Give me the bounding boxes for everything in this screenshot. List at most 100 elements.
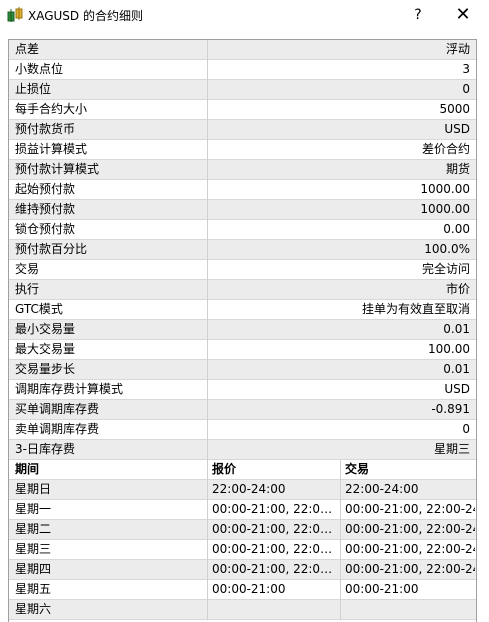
column-header[interactable]: 交易 bbox=[345, 460, 475, 479]
spec-key: 点差 bbox=[15, 42, 40, 56]
spec-row[interactable]: 卖单调期库存费 0 bbox=[9, 420, 476, 440]
session-day: 星期日 bbox=[15, 482, 52, 496]
spec-value: USD bbox=[444, 122, 470, 136]
spec-value: 1000.00 bbox=[420, 182, 470, 196]
spec-row[interactable]: 执行 市价 bbox=[9, 280, 476, 300]
spec-key: 小数点位 bbox=[15, 62, 64, 76]
spec-row[interactable]: 每手合约大小 5000 bbox=[9, 100, 476, 120]
spec-row[interactable]: 点差 浮动 bbox=[9, 40, 476, 60]
spec-row[interactable]: 预付款货币 USD bbox=[9, 120, 476, 140]
column-divider bbox=[207, 80, 208, 100]
session-trade: 00:00-21:00, 22:00-24:00 bbox=[345, 522, 475, 536]
spec-row[interactable]: 小数点位 3 bbox=[9, 60, 476, 80]
spec-key: 锁仓预付款 bbox=[15, 222, 76, 236]
column-divider bbox=[340, 580, 341, 600]
spec-key: 止损位 bbox=[15, 82, 52, 96]
spec-row[interactable]: GTC模式 挂单为有效直至取消 bbox=[9, 300, 476, 320]
spec-value: 差价合约 bbox=[421, 142, 470, 156]
spec-key: 预付款计算模式 bbox=[15, 162, 100, 176]
column-divider bbox=[340, 600, 341, 620]
column-divider bbox=[207, 320, 208, 340]
session-row[interactable]: 星期六 bbox=[9, 600, 476, 620]
spec-key: 预付款货币 bbox=[15, 122, 76, 136]
spec-row[interactable]: 起始预付款 1000.00 bbox=[9, 180, 476, 200]
session-trade: 00:00-21:00 bbox=[345, 582, 419, 596]
session-row[interactable]: 星期三 00:00-21:00, 22:00-24... 00:00-21:00, … bbox=[9, 540, 476, 560]
session-row[interactable]: 星期二 00:00-21:00, 22:00-24... 00:00-21:00, … bbox=[9, 520, 476, 540]
spec-value: 完全访问 bbox=[421, 262, 470, 276]
spec-row[interactable]: 3-日库存费 星期三 bbox=[9, 440, 476, 460]
spec-value: -0.891 bbox=[431, 402, 470, 416]
close-button[interactable]: ✕ bbox=[443, 0, 483, 30]
spec-row[interactable]: 交易 完全访问 bbox=[9, 260, 476, 280]
column-divider bbox=[207, 440, 208, 460]
spec-row[interactable]: 交易量步长 0.01 bbox=[9, 360, 476, 380]
column-divider bbox=[207, 300, 208, 320]
spec-row[interactable]: 止损位 0 bbox=[9, 80, 476, 100]
spec-key: GTC模式 bbox=[15, 302, 63, 316]
session-trade: 00:00-21:00, 22:00-24:00 bbox=[345, 542, 475, 556]
column-divider bbox=[207, 540, 208, 560]
column-divider bbox=[207, 120, 208, 140]
spec-value: 100.00 bbox=[428, 342, 470, 356]
column-divider bbox=[207, 340, 208, 360]
column-divider bbox=[207, 220, 208, 240]
help-button[interactable]: ? bbox=[398, 0, 438, 30]
spec-key: 预付款百分比 bbox=[15, 242, 88, 256]
column-header[interactable]: 报价 bbox=[212, 460, 338, 479]
spec-row[interactable]: 最大交易量 100.00 bbox=[9, 340, 476, 360]
column-header[interactable]: 期间 bbox=[15, 460, 205, 479]
spec-row[interactable]: 买单调期库存费 -0.891 bbox=[9, 400, 476, 420]
column-divider bbox=[207, 400, 208, 420]
spec-row[interactable]: 预付款计算模式 期货 bbox=[9, 160, 476, 180]
session-row[interactable]: 星期五 00:00-21:00 00:00-21:00 bbox=[9, 580, 476, 600]
spec-value: 0 bbox=[462, 422, 470, 436]
column-divider bbox=[340, 500, 341, 520]
column-divider bbox=[340, 460, 341, 480]
session-quote: 00:00-21:00, 22:00-24... bbox=[212, 562, 338, 576]
session-row[interactable]: 星期日 22:00-24:00 22:00-24:00 bbox=[9, 480, 476, 500]
window-title: XAGUSD 的合约细则 bbox=[28, 9, 143, 23]
session-quote: 00:00-21:00, 22:00-24... bbox=[212, 502, 338, 516]
specification-table: 点差 浮动 小数点位 3 止损位 0 每手合约大小 5000 预付款货币 USD 损益计算模式 差价合… bbox=[8, 39, 477, 622]
column-divider bbox=[207, 480, 208, 500]
spec-key: 最小交易量 bbox=[15, 322, 76, 336]
session-trade bbox=[345, 600, 475, 619]
spec-value: 0.01 bbox=[443, 322, 470, 336]
session-trade: 00:00-21:00, 22:00-24:00 bbox=[345, 502, 475, 516]
column-divider bbox=[207, 200, 208, 220]
session-quote: 00:00-21:00, 22:00-24... bbox=[212, 542, 338, 556]
app-icon bbox=[7, 7, 23, 23]
spec-value: 市价 bbox=[445, 282, 470, 296]
column-divider bbox=[207, 360, 208, 380]
session-quote: 22:00-24:00 bbox=[212, 482, 286, 496]
spec-row[interactable]: 维持预付款 1000.00 bbox=[9, 200, 476, 220]
spec-row[interactable]: 损益计算模式 差价合约 bbox=[9, 140, 476, 160]
column-divider bbox=[207, 280, 208, 300]
column-divider bbox=[340, 540, 341, 560]
spec-key: 维持预付款 bbox=[15, 202, 76, 216]
column-divider bbox=[340, 520, 341, 540]
spec-row[interactable]: 预付款百分比 100.0% bbox=[9, 240, 476, 260]
column-divider bbox=[207, 100, 208, 120]
column-divider bbox=[207, 500, 208, 520]
spec-row[interactable]: 调期库存费计算模式 USD bbox=[9, 380, 476, 400]
session-row[interactable]: 星期一 00:00-21:00, 22:00-24... 00:00-21:00, … bbox=[9, 500, 476, 520]
spec-row[interactable]: 最小交易量 0.01 bbox=[9, 320, 476, 340]
session-row[interactable]: 星期四 00:00-21:00, 22:00-24... 00:00-21:00, … bbox=[9, 560, 476, 580]
spec-row[interactable]: 锁仓预付款 0.00 bbox=[9, 220, 476, 240]
column-divider bbox=[207, 260, 208, 280]
column-divider bbox=[207, 60, 208, 80]
column-divider bbox=[207, 460, 208, 480]
session-day: 星期三 bbox=[15, 542, 52, 556]
column-divider bbox=[207, 580, 208, 600]
spec-key: 交易量步长 bbox=[15, 362, 76, 376]
column-divider bbox=[207, 160, 208, 180]
session-day: 星期五 bbox=[15, 582, 52, 596]
spec-value: 0 bbox=[462, 82, 470, 96]
spec-key: 3-日库存费 bbox=[15, 442, 75, 456]
spec-value: 0.01 bbox=[443, 362, 470, 376]
spec-key: 每手合约大小 bbox=[15, 102, 88, 116]
spec-value: USD bbox=[444, 382, 470, 396]
spec-value: 期货 bbox=[445, 162, 470, 176]
